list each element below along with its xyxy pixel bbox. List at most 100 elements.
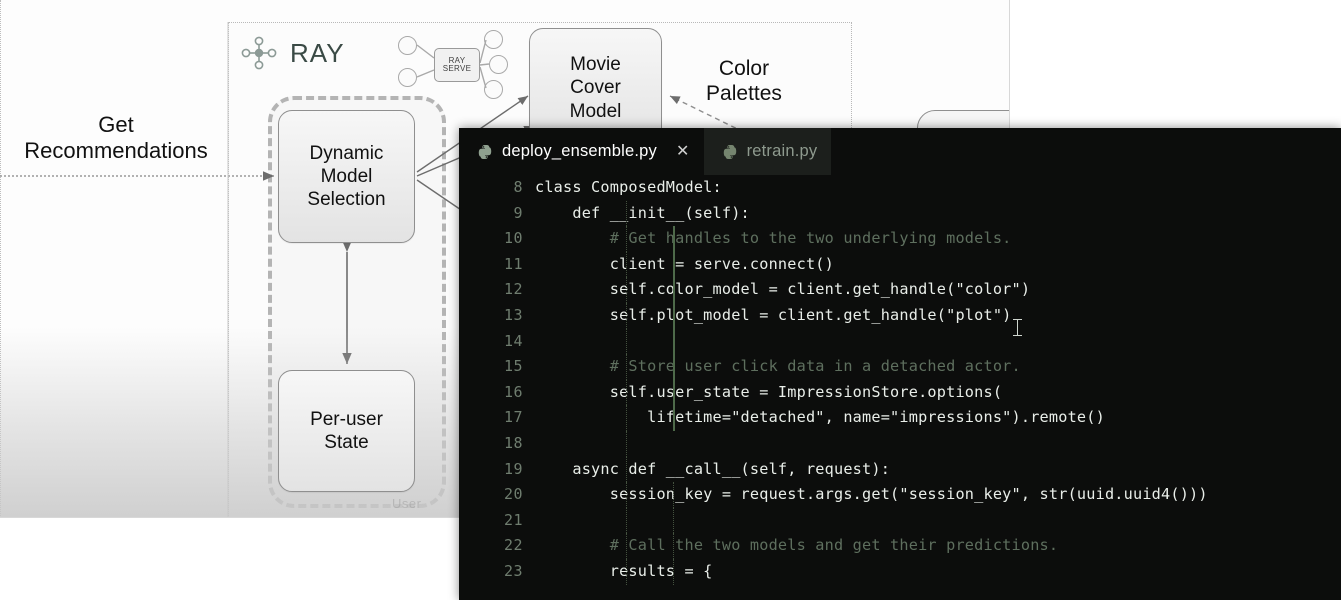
indent-guide [626,200,627,227]
indent-guide [626,251,627,278]
line-number: 16 [503,382,523,401]
indent-guide [673,379,675,406]
close-icon[interactable]: ✕ [676,143,690,160]
indent-guide [673,533,674,559]
tab-deploy-ensemble-py[interactable]: deploy_ensemble.py ✕ [459,128,704,175]
node-label-movie-cover-model: Movie Cover Model [569,54,622,122]
python-file-icon [722,144,738,160]
label-get-recommendations: Get Recommendations [24,112,208,164]
indent-guide [626,482,627,508]
code-line-text: class ComposedModel: [535,178,722,196]
diagram-watermark: User [392,496,422,511]
code-line[interactable]: 16 self.user_state = ImpressionStore.opt… [459,379,1341,406]
code-line[interactable]: 8 class ComposedModel: [459,175,1341,201]
code-line[interactable]: 20 session_key = request.args.get("sessi… [459,482,1341,508]
code-line[interactable]: 14 [459,328,1341,355]
indent-guide [626,405,627,431]
code-line-text: session_key = request.args.get("session_… [535,482,1341,508]
line-number: 15 [503,357,523,376]
code-line-text: self.plot_model = client.get_handle("plo… [535,302,1341,336]
screenshot-root: RAY RAY SERVE Movie Cover Model Dynamic … [0,0,1341,600]
indent-guide [673,405,675,431]
line-number: 20 [503,485,523,504]
line-number: 8 [513,178,523,196]
indent-guide [673,354,675,380]
indent-guide [673,328,675,355]
code-line-text: async def __call__(self, request): [535,456,1341,483]
line-number: 14 [503,331,523,350]
indent-guide [673,302,675,329]
code-line[interactable]: 21 [459,507,1341,534]
code-line[interactable]: 23 results = { [459,558,1341,585]
code-line-text: self.color_model = client.get_handle("co… [535,277,1341,303]
tab-label-retrain-py: retrain.py [746,142,818,160]
indent-guide [626,302,627,329]
code-line-text: # Get handles to the two underlying mode… [535,226,1341,252]
ray-wordmark-text: RAY [290,37,345,68]
code-line[interactable]: 15 # Store user click data in a detached… [459,354,1341,380]
line-number: 13 [503,305,523,324]
indent-guide [626,558,627,585]
node-box-dynamic-model-selection: Dynamic Model Selection [278,110,415,243]
node-label-per-user-state: Per-user State [310,408,383,453]
code-line-text: results = { [535,558,1341,585]
line-number: 10 [503,229,523,248]
indent-guide [626,379,627,406]
node-label-dynamic-model-selection: Dynamic Model Selection [307,142,386,211]
code-editor-window: deploy_ensemble.py ✕ retrain.py 8 class C… [459,128,1341,600]
code-line[interactable]: 22 # Call the two models and get their p… [459,533,1341,559]
code-line-text: client = serve.connect() [535,251,1341,278]
indent-guide [673,226,675,252]
ray-serve-cluster-graphic: RAY SERVE [398,30,508,100]
code-line-text [535,507,1341,534]
indent-guide [626,456,627,483]
indent-guide [673,482,674,508]
indent-guide [673,251,675,278]
code-line-text [535,430,1341,457]
code-line[interactable]: 18 [459,430,1341,457]
code-line[interactable]: 19 async def __call__(self, request): [459,456,1341,483]
ray-serve-badge-line2: SERVE [442,64,472,73]
line-number: 12 [503,280,523,299]
code-line-text: def __init__(self): [535,200,1341,227]
code-line-text: self.user_state = ImpressionStore.option… [535,379,1341,406]
code-line-text: # Store user click data in a detached ac… [535,354,1341,380]
code-line-text: # Call the two models and get their pred… [535,533,1341,559]
code-line[interactable]: 9 def __init__(self): [459,200,1341,227]
line-number: 23 [503,561,523,580]
editor-tab-bar: deploy_ensemble.py ✕ retrain.py [459,128,1341,175]
indent-guide [673,277,675,303]
code-line[interactable]: 10 # Get handles to the two underlying m… [459,226,1341,252]
code-editor-content[interactable]: 8 class ComposedModel: 9 def __init__(self… [459,175,1341,600]
tab-retrain-py[interactable]: retrain.py [703,128,832,175]
line-number: 21 [503,510,523,529]
line-number: 17 [503,408,523,427]
indent-guide [626,430,627,457]
python-file-icon [477,144,493,160]
code-line[interactable]: 11 client = serve.connect() [459,251,1341,278]
indent-guide [626,354,627,380]
line-number: 19 [503,459,523,478]
indent-guide [673,507,674,534]
indent-guide [673,558,674,585]
indent-guide [626,507,627,534]
code-line[interactable]: 12 self.color_model = client.get_handle(… [459,277,1341,303]
code-line[interactable]: 17 lifetime="detached", name="impression… [459,405,1341,431]
line-number: 18 [503,433,523,452]
line-number: 11 [503,254,523,273]
indent-guide [626,226,627,252]
label-color-palettes: Color Palettes [706,57,782,106]
ray-logo-icon [241,36,277,70]
code-line[interactable]: 13 self.plot_model = client.get_handle("… [459,302,1341,336]
ray-serve-badge: RAY SERVE [434,48,480,82]
indent-guide [626,277,627,303]
indent-guide [626,533,627,559]
ray-logo: RAY [240,36,345,70]
line-number: 22 [503,536,523,555]
line-number: 9 [513,203,523,222]
code-line-text [535,328,1341,355]
code-line-text: lifetime="detached", name="impressions")… [535,405,1341,431]
tab-label-deploy-ensemble-py: deploy_ensemble.py [502,142,657,160]
indent-guide [626,328,627,355]
node-box-per-user-state: Per-user State [278,370,415,492]
